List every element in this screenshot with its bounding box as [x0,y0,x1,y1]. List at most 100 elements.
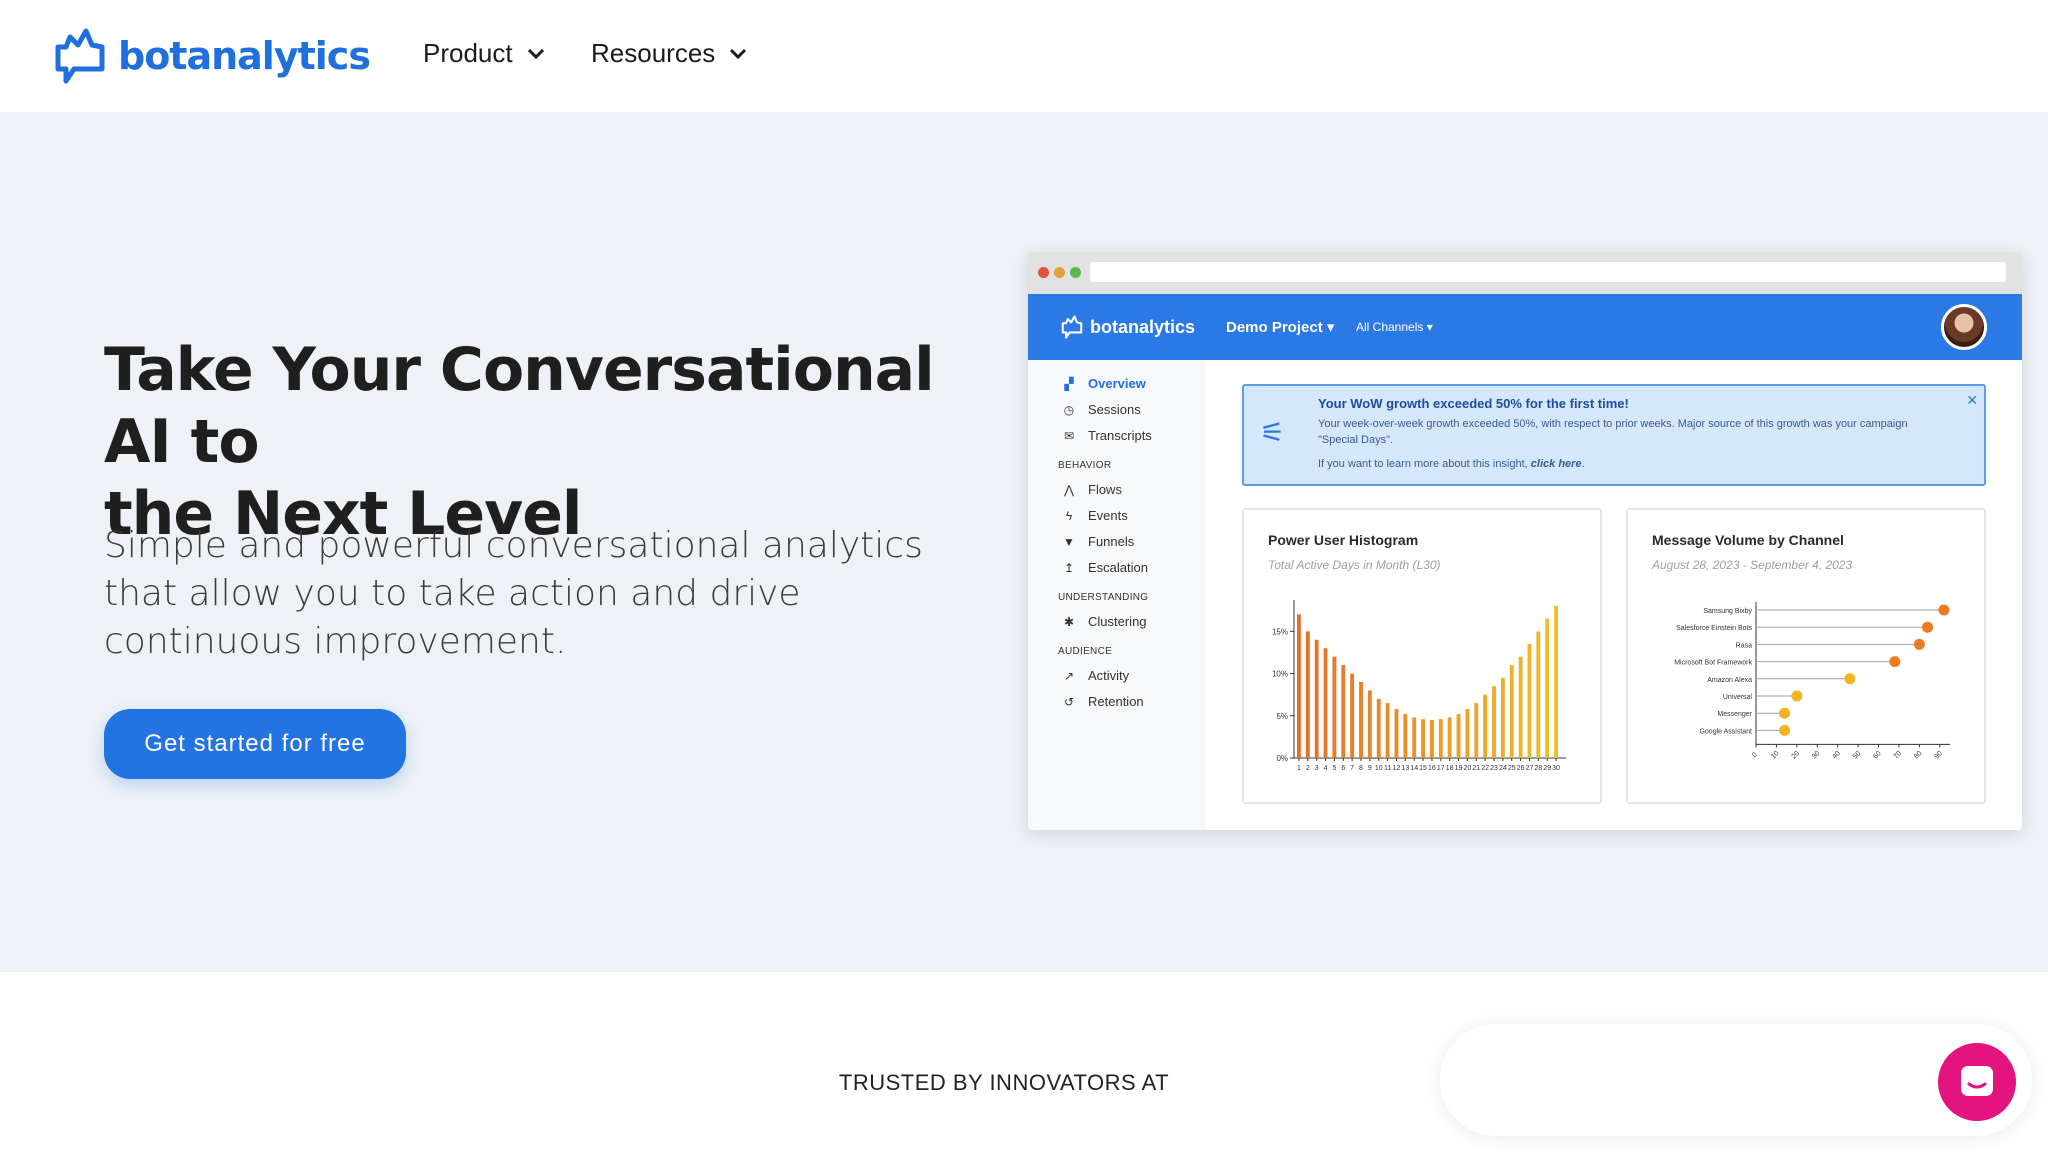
histogram-bar [1465,709,1470,758]
volume-title: Message Volume by Channel [1652,532,1844,548]
sidebar-item-label: Clustering [1088,614,1147,629]
brand-name: botanalytics [118,34,371,78]
sidebar-heading-behavior: BEHAVIOR [1058,460,1112,471]
url-bar [1090,262,2006,282]
product-screenshot: botanalytics Demo Project ▾ All Channels… [1028,252,2022,830]
alert-link-prefix: If you want to learn more about this ins… [1318,458,1528,470]
sidebar-item-flows: ⋀ Flows [1062,482,1122,497]
window-maximize-dot [1070,267,1081,278]
x-tick-label: 15 [1419,765,1427,772]
y-tick-label: 5% [1276,712,1288,721]
logo-icon [1061,315,1083,339]
histogram-bar [1385,703,1390,758]
lollipop-point [1791,690,1803,702]
nav-product[interactable]: Product [423,38,545,69]
escalation-icon: ↥ [1063,560,1075,575]
histogram-bar [1483,694,1488,758]
x-tick-label: 5 [1332,765,1336,772]
category-label: Messenger [1717,711,1752,718]
x-tick-label: 27 [1526,765,1534,772]
histogram-bar [1421,719,1425,758]
brand-logo[interactable]: botanalytics [52,24,371,88]
category-label: Samsung Bixby [1703,608,1752,615]
x-tick-label: 23 [1490,765,1498,772]
histogram-bar [1376,698,1381,758]
x-tick-label: 3 [1315,765,1319,772]
sidebar-item-label: Transcripts [1088,428,1152,443]
histogram-bar [1518,656,1523,758]
x-tick-label: 24 [1499,765,1507,772]
get-started-button[interactable]: Get started for free [104,709,406,779]
volume-chart: Samsung Bixby Salesforce Einstein Bots Ras… [1674,602,1950,761]
sidebar-item-label: Flows [1088,482,1122,497]
sidebar-item-label: Events [1088,508,1128,523]
y-tick-label: 0% [1276,754,1288,763]
sidebar-item-activity: ↗ Activity [1062,668,1129,683]
histogram-card: Power User Histogram Total Active Days i… [1242,508,1602,804]
x-tick-label: 22 [1481,765,1489,772]
category-label: Salesforce Einstein Bots [1676,625,1752,632]
hero-section: Take Your Conversational AI to the Next … [0,112,2048,972]
alert-link: click here [1530,458,1582,470]
lollipop-point [1779,724,1791,736]
x-tick-label: 40 [1831,750,1842,761]
histogram-bar [1536,631,1541,758]
filter-icon: ▼ [1063,534,1075,549]
histogram-bar [1509,665,1514,758]
histogram-bar [1492,686,1496,758]
x-tick-label: 10 [1770,750,1781,761]
x-tick-label: 17 [1437,765,1445,772]
y-tick-label: 15% [1272,627,1288,636]
volume-subtitle: August 28, 2023 - September 4, 2023 [1652,558,1853,572]
x-tick-label: 4 [1324,765,1328,772]
x-tick-label: 19 [1455,765,1463,772]
histogram-bar [1430,720,1434,758]
alert-body: Your week-over-week growth exceeded 50%,… [1318,418,1908,446]
lollipop-point [1779,707,1791,719]
chat-icon: ✉ [1063,428,1075,443]
histogram-bar [1500,677,1505,758]
app-header: botanalytics Demo Project ▾ All Channels… [1028,294,2022,360]
window-close-dot [1038,267,1049,278]
x-tick-label: 21 [1472,765,1480,772]
hero-title: Take Your Conversational AI to the Next … [104,334,984,550]
avatar [1941,304,1987,350]
sidebar-item-label: Overview [1088,376,1146,391]
sidebar-item-transcripts: ✉ Transcripts [1062,428,1152,443]
nav-resources[interactable]: Resources [591,38,747,69]
x-tick-label: 90 [1933,750,1944,761]
x-tick-label: 6 [1341,765,1345,772]
category-label: Google Assistant [1699,728,1752,735]
histogram-bar [1332,656,1337,758]
histogram-title: Power User Histogram [1268,532,1419,548]
sidebar-item-overview: ▞ Overview [1062,376,1146,391]
histogram-bar [1297,614,1301,758]
x-tick-label: 14 [1410,765,1418,772]
chat-launcher-button[interactable] [1938,1043,2016,1121]
sidebar-item-clustering: ✱ Clustering [1062,614,1147,629]
road-icon: ⋀ [1064,482,1074,497]
magic-wand-icon: ⚟ [1260,417,1286,448]
nav-resources-label: Resources [591,38,716,68]
nav-product-label: Product [423,38,513,68]
histogram-bar [1554,606,1558,758]
x-tick-label: 2 [1306,765,1310,772]
histogram-bar [1447,717,1452,758]
sidebar-heading-audience: AUDIENCE [1058,646,1113,657]
histogram-bar [1527,644,1532,758]
sidebar-item-escalation: ↥ Escalation [1062,560,1148,575]
lollipop-point [1889,656,1901,668]
x-tick-label: 9 [1368,765,1372,772]
app-sidebar: ▞ Overview ◷ Sessions ✉ Transcripts BEHA… [1028,360,1206,830]
histogram-bar [1412,717,1417,758]
close-icon: ✕ [1966,392,1978,408]
x-tick-label: 0 [1751,751,1759,759]
x-tick-label: 7 [1350,765,1354,772]
chat-icon [1961,1066,1993,1096]
histogram-bar [1474,703,1479,758]
histogram-bar [1456,714,1461,758]
sidebar-item-events: ϟ Events [1062,508,1128,523]
histogram-subtitle: Total Active Days in Month (L30) [1268,558,1441,572]
sidebar-item-label: Funnels [1088,534,1135,549]
histogram-bar [1545,618,1550,758]
